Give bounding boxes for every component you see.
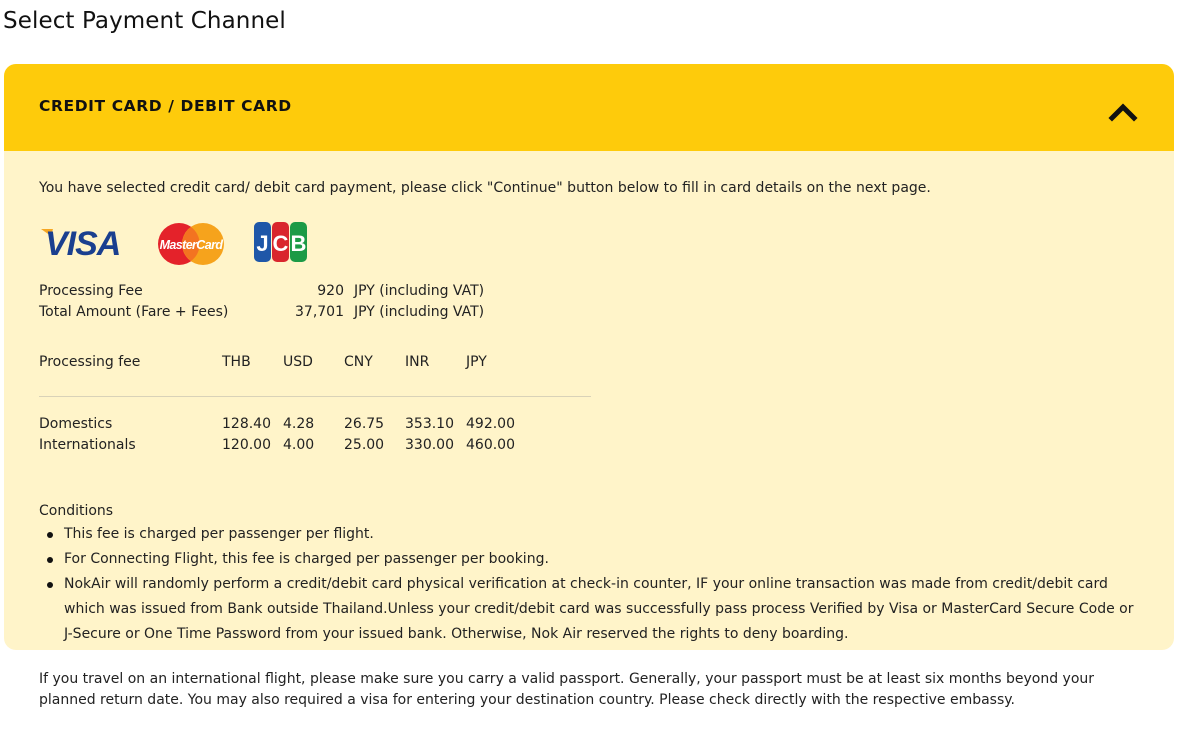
jcb-logo: J C B	[254, 222, 307, 262]
fee-label: Total Amount (Fare + Fees)	[39, 304, 229, 320]
list-item: This fee is charged per passenger per fl…	[39, 522, 1134, 547]
conditions-list: This fee is charged per passenger per fl…	[39, 522, 1134, 647]
table-header-cell: USD	[283, 354, 313, 370]
svg-text:C: C	[273, 231, 289, 256]
table-header-cell: THB	[222, 354, 251, 370]
credit-card-panel: CREDIT CARD / DEBIT CARD You have select…	[4, 64, 1174, 650]
svg-text:MasterCard: MasterCard	[160, 238, 224, 252]
table-header-cell: INR	[405, 354, 430, 370]
table-header-cell: JPY	[466, 354, 487, 370]
payment-intro-text: You have selected credit card/ debit car…	[39, 180, 931, 196]
list-item: NokAir will randomly perform a credit/de…	[39, 572, 1134, 647]
table-cell: 120.00	[222, 437, 271, 453]
visa-logo: VISA	[41, 225, 121, 260]
table-cell: Domestics	[39, 416, 113, 432]
table-divider	[39, 396, 591, 397]
table-cell: 25.00	[344, 437, 385, 453]
table-cell: Internationals	[39, 437, 136, 453]
table-cell: 460.00	[466, 437, 515, 453]
svg-text:J: J	[256, 231, 268, 256]
mastercard-logo: MasterCard	[158, 223, 224, 265]
table-row: Domestics 128.40 4.28 26.75 353.10 492.0…	[39, 416, 591, 437]
svg-text:VISA: VISA	[45, 225, 120, 260]
fee-value: 37,701	[295, 304, 344, 320]
panel-header-title: CREDIT CARD / DEBIT CARD	[39, 97, 292, 115]
conditions-title: Conditions	[39, 503, 114, 519]
fee-unit: JPY (including VAT)	[354, 304, 485, 320]
table-cell: 4.00	[283, 437, 315, 453]
passport-note: If you travel on an international flight…	[39, 671, 1095, 708]
table-row: Internationals 120.00 4.00 25.00 330.00 …	[39, 437, 591, 458]
processing-fee-table: Processing fee THB USD CNY INR JPY Domes…	[39, 354, 591, 453]
table-cell: 330.00	[405, 437, 454, 453]
table-header-row: Processing fee THB USD CNY INR JPY	[39, 354, 591, 376]
table-cell: 4.28	[283, 416, 315, 432]
chevron-up-icon[interactable]	[1108, 100, 1138, 122]
table-header-cell: Processing fee	[39, 354, 141, 370]
svg-text:B: B	[291, 231, 307, 256]
credit-card-panel-header[interactable]: CREDIT CARD / DEBIT CARD	[4, 64, 1174, 151]
fee-value: 920	[317, 283, 344, 299]
table-header-cell: CNY	[344, 354, 373, 370]
table-cell: 128.40	[222, 416, 271, 432]
fee-label: Processing Fee	[39, 283, 143, 299]
table-cell: 353.10	[405, 416, 454, 432]
list-item: For Connecting Flight, this fee is charg…	[39, 547, 1134, 572]
fee-unit: JPY (including VAT)	[354, 283, 485, 299]
table-cell: 492.00	[466, 416, 515, 432]
table-cell: 26.75	[344, 416, 385, 432]
page-title: Select Payment Channel	[3, 8, 286, 34]
